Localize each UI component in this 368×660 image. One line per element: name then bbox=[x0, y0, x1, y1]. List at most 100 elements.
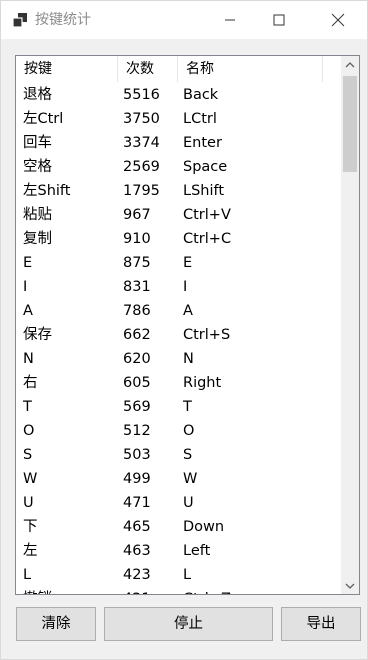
minimize-icon bbox=[225, 19, 235, 21]
key-cell: 粘贴 bbox=[23, 207, 52, 223]
count-cell: 499 bbox=[123, 471, 151, 487]
list-row[interactable]: E 875 E bbox=[16, 251, 341, 275]
list-row[interactable]: 空格 2569 Space bbox=[16, 155, 341, 179]
name-cell: S bbox=[183, 447, 193, 463]
count-cell: 875 bbox=[123, 255, 151, 271]
name-cell: Ctrl+Z bbox=[183, 587, 323, 594]
name-cell: LCtrl bbox=[183, 111, 217, 127]
count-cell: 463 bbox=[123, 543, 151, 559]
column-header-name[interactable]: 名称 bbox=[178, 56, 323, 82]
list-content: 按键 次数 名称 退格 5516 Back 左Ctrl 3750 LCtrl 回车 3374 E… bbox=[16, 56, 341, 594]
chevron-down-icon bbox=[345, 583, 355, 589]
stop-button[interactable]: 停止 bbox=[104, 607, 273, 641]
list-rows: 退格 5516 Back 左Ctrl 3750 LCtrl 回车 3374 Enter 空格 256… bbox=[16, 83, 341, 594]
column-header-count[interactable]: 次数 bbox=[118, 56, 178, 82]
maximize-icon bbox=[273, 14, 285, 26]
count-cell: 786 bbox=[123, 303, 151, 319]
name-cell: I bbox=[183, 279, 188, 295]
list-row[interactable]: 下 465 Down bbox=[16, 515, 341, 539]
key-cell: 复制 bbox=[23, 231, 52, 247]
list-row[interactable]: 右 605 Right bbox=[16, 371, 341, 395]
count-cell: 512 bbox=[123, 423, 151, 439]
maximize-button[interactable] bbox=[256, 1, 302, 39]
key-cell: 左Ctrl bbox=[23, 111, 64, 127]
name-cell: Ctrl+S bbox=[183, 327, 231, 343]
list-row[interactable]: T 569 T bbox=[16, 395, 341, 419]
count-cell: 3750 bbox=[123, 111, 160, 127]
key-cell: 撤销 bbox=[23, 587, 115, 594]
count-cell: 662 bbox=[123, 327, 151, 343]
name-cell: E bbox=[183, 255, 193, 271]
name-cell: T bbox=[183, 399, 192, 415]
list-row[interactable]: I 831 I bbox=[16, 275, 341, 299]
list-row[interactable]: 复制 910 Ctrl+C bbox=[16, 227, 341, 251]
key-cell: S bbox=[23, 447, 33, 463]
count-cell: 423 bbox=[123, 567, 151, 583]
close-icon bbox=[331, 13, 345, 27]
scrollbar-thumb[interactable] bbox=[343, 76, 357, 172]
name-cell: O bbox=[183, 423, 195, 439]
list-row[interactable]: S 503 S bbox=[16, 443, 341, 467]
key-cell: 空格 bbox=[23, 159, 52, 175]
count-cell: 421 bbox=[123, 587, 177, 594]
count-cell: 471 bbox=[123, 495, 151, 511]
list-row[interactable]: O 512 O bbox=[16, 419, 341, 443]
list-row[interactable]: N 620 N bbox=[16, 347, 341, 371]
name-cell: Down bbox=[183, 519, 225, 535]
minimize-button[interactable] bbox=[207, 1, 253, 39]
name-cell: Right bbox=[183, 375, 222, 391]
key-cell: A bbox=[23, 303, 33, 319]
list-row[interactable]: 左 463 Left bbox=[16, 539, 341, 563]
scroll-up-button[interactable] bbox=[341, 56, 359, 73]
name-cell: LShift bbox=[183, 183, 225, 199]
vertical-scrollbar[interactable] bbox=[341, 56, 359, 594]
list-row[interactable]: L 423 L bbox=[16, 563, 341, 587]
count-cell: 5516 bbox=[123, 87, 160, 103]
list-row[interactable]: W 499 W bbox=[16, 467, 341, 491]
list-row[interactable]: A 786 A bbox=[16, 299, 341, 323]
key-cell: 回车 bbox=[23, 135, 52, 151]
column-header-key[interactable]: 按键 bbox=[16, 56, 118, 82]
key-cell: 右 bbox=[23, 375, 38, 391]
name-cell: A bbox=[183, 303, 193, 319]
key-cell: 左 bbox=[23, 543, 38, 559]
key-cell: T bbox=[23, 399, 32, 415]
key-cell: L bbox=[23, 567, 32, 583]
count-cell: 831 bbox=[123, 279, 151, 295]
key-cell: N bbox=[23, 351, 34, 367]
count-cell: 569 bbox=[123, 399, 151, 415]
name-cell: Ctrl+C bbox=[183, 231, 232, 247]
name-cell: Enter bbox=[183, 135, 222, 151]
list-row[interactable]: 撤销 421 Ctrl+Z bbox=[16, 587, 341, 594]
count-cell: 967 bbox=[123, 207, 151, 223]
app-icon bbox=[12, 13, 27, 28]
list-row[interactable]: 退格 5516 Back bbox=[16, 83, 341, 107]
scroll-down-button[interactable] bbox=[341, 577, 359, 594]
title-bar: 按键统计 bbox=[1, 1, 367, 39]
key-cell: U bbox=[23, 495, 34, 511]
export-button[interactable]: 导出 bbox=[281, 607, 361, 641]
key-stats-list[interactable]: 按键 次数 名称 退格 5516 Back 左Ctrl 3750 LCtrl 回车 3374 E… bbox=[15, 55, 360, 595]
name-cell: Back bbox=[183, 87, 219, 103]
list-header: 按键 次数 名称 bbox=[16, 56, 341, 82]
key-cell: 保存 bbox=[23, 327, 52, 343]
list-row[interactable]: 左Ctrl 3750 LCtrl bbox=[16, 107, 341, 131]
count-cell: 620 bbox=[123, 351, 151, 367]
name-cell: W bbox=[183, 471, 198, 487]
key-cell: I bbox=[23, 279, 28, 295]
list-row[interactable]: 保存 662 Ctrl+S bbox=[16, 323, 341, 347]
name-cell: Space bbox=[183, 159, 228, 175]
key-cell: 左Shift bbox=[23, 183, 71, 199]
list-row[interactable]: 粘贴 967 Ctrl+V bbox=[16, 203, 341, 227]
list-row[interactable]: 回车 3374 Enter bbox=[16, 131, 341, 155]
list-row[interactable]: 左Shift 1795 LShift bbox=[16, 179, 341, 203]
close-button[interactable] bbox=[315, 1, 361, 39]
name-cell: L bbox=[183, 567, 192, 583]
key-cell: W bbox=[23, 471, 38, 487]
clear-button[interactable]: 清除 bbox=[16, 607, 96, 641]
key-cell: 退格 bbox=[23, 87, 52, 103]
key-cell: 下 bbox=[23, 519, 38, 535]
chevron-up-icon bbox=[345, 61, 355, 67]
count-cell: 605 bbox=[123, 375, 151, 391]
list-row[interactable]: U 471 U bbox=[16, 491, 341, 515]
